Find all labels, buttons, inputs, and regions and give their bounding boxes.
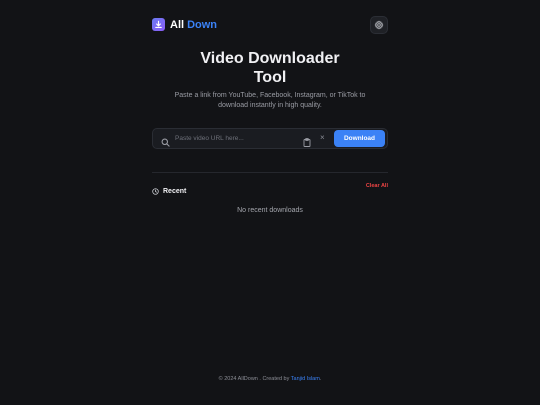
page-title: Video Downloader Tool bbox=[0, 49, 540, 87]
recent-title: Recent bbox=[163, 187, 187, 195]
clock-icon bbox=[152, 182, 159, 200]
gear-icon bbox=[374, 20, 384, 30]
page-subtitle-line1: Paste a link from YouTube, Facebook, Ins… bbox=[174, 92, 366, 99]
brand-name: All Down bbox=[170, 19, 217, 31]
footer-prefix: © 2024 AllDown . Created by bbox=[218, 376, 290, 382]
download-icon bbox=[152, 18, 165, 31]
settings-button[interactable] bbox=[370, 16, 388, 34]
page-title-line1: Video Downloader bbox=[200, 50, 340, 67]
app-logo[interactable]: All Down bbox=[152, 18, 217, 31]
search-icon bbox=[161, 134, 170, 152]
url-bar: × Download bbox=[152, 128, 388, 149]
empty-state-text: No recent downloads bbox=[237, 207, 303, 214]
brand-name-second: Down bbox=[187, 18, 218, 31]
brand-name-first: All bbox=[170, 18, 185, 31]
app-header: All Down bbox=[152, 16, 388, 36]
clipboard-icon[interactable] bbox=[303, 134, 311, 152]
footer: © 2024 AllDown . Created by Tanjid Islam… bbox=[0, 376, 540, 382]
divider bbox=[152, 172, 388, 173]
clear-all-button[interactable]: Clear All bbox=[366, 183, 388, 189]
download-button[interactable]: Download bbox=[334, 130, 385, 147]
page-subtitle-line2: download instantly in high quality. bbox=[218, 102, 322, 109]
page-subtitle: Paste a link from YouTube, Facebook, Ins… bbox=[0, 91, 540, 111]
footer-suffix: . bbox=[319, 376, 322, 382]
recent-header: Recent bbox=[152, 182, 186, 200]
clear-input-button[interactable]: × bbox=[320, 133, 325, 143]
url-input[interactable] bbox=[175, 132, 285, 145]
page-title-line2: Tool bbox=[253, 69, 287, 86]
author-link[interactable]: Tanjid Islam bbox=[291, 376, 320, 382]
